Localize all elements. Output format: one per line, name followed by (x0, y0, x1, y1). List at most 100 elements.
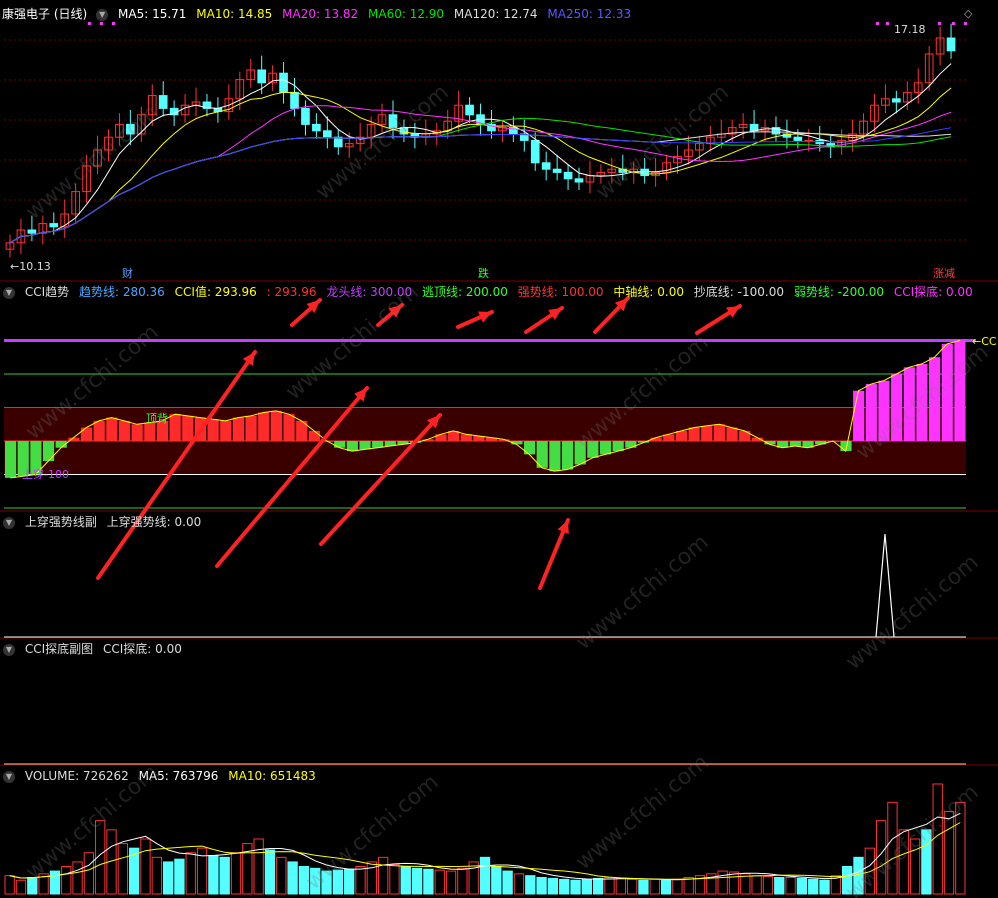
cci-bar (523, 441, 536, 455)
cci-bar (270, 410, 282, 441)
event-marker-cai[interactable]: 财 (122, 268, 133, 280)
cci-bar (625, 441, 637, 448)
volume-bar (955, 801, 966, 895)
volume-bar (604, 877, 615, 895)
volume-bar (887, 801, 898, 895)
candle-body (574, 178, 584, 183)
candle-body (49, 223, 59, 228)
candle-body (126, 123, 135, 135)
cci-bar (245, 415, 257, 441)
volume-bar (513, 873, 525, 895)
cci-bar (42, 441, 55, 462)
cci-bar (701, 425, 713, 441)
sub2-header: ▼ CCI探底副图 CCI探底: 0.00 (0, 641, 188, 657)
volume-bar (570, 879, 581, 895)
volume-bar (423, 868, 434, 895)
cci-header: ▼ CCI趋势 趋势线: 280.36 CCI值: 293.96 : 293.9… (0, 284, 979, 300)
ma-line (9, 117, 952, 244)
collapse-icon[interactable]: ▼ (3, 770, 15, 783)
volume-bar (4, 875, 15, 895)
volume-bar (717, 870, 728, 895)
cci-item-5: 逃顶线: 200.00 (422, 285, 508, 299)
cci-item-10: CCI探底: 0.00 (893, 285, 973, 299)
cci-bar (688, 427, 700, 441)
candle-body (323, 130, 332, 138)
candle-body (279, 72, 288, 93)
cci-bar (80, 427, 93, 441)
cci-bar (118, 420, 131, 441)
cci-item-2: CCI值: 293.96 (174, 285, 257, 299)
candle-body (552, 168, 562, 173)
volume-bar (479, 856, 491, 895)
volume-bar (921, 829, 932, 895)
volume-bar (219, 856, 230, 895)
cci-bar (182, 415, 194, 441)
volume-bar (377, 856, 389, 895)
volume-bar (649, 878, 660, 895)
event-marker-die[interactable]: 跌 (478, 268, 489, 280)
volume-bar (185, 852, 196, 895)
collapse-icon[interactable]: ▼ (3, 643, 15, 656)
signal-dot (112, 22, 115, 25)
candle-body (640, 168, 649, 177)
volume-bar (332, 869, 344, 895)
event-marker-zhangjian[interactable]: 涨减 (933, 268, 955, 280)
low-price-label: ←10.13 (10, 260, 51, 273)
cci-annot-bottom: 上穿-100 (22, 468, 69, 481)
volume-item-2: MA10: 651483 (228, 769, 316, 783)
volume-bar (943, 811, 955, 895)
collapse-icon[interactable]: ▼ (96, 8, 109, 21)
volume-bar (208, 855, 219, 895)
sub1-title[interactable]: 上穿强势线副 (25, 515, 97, 529)
cci-item-0[interactable]: CCI趋势 (25, 285, 69, 299)
signal-dot (876, 22, 879, 25)
cci-bar (144, 422, 156, 441)
volume-bar (287, 861, 298, 895)
cci-item-6: 强势线: 100.00 (517, 285, 604, 299)
ma5-label: MA5: 15.71 (118, 7, 187, 21)
cci-bar (941, 343, 953, 441)
cci-bar (258, 412, 270, 441)
volume-bar (751, 875, 762, 895)
stock-title[interactable]: 康强电子 (日线) (2, 7, 87, 21)
volume-bar (344, 868, 355, 895)
volume-bar (321, 870, 332, 895)
ma20-label: MA20: 13.82 (282, 7, 359, 21)
cci-bar (574, 441, 586, 465)
ma10-label: MA10: 14.85 (196, 7, 273, 21)
cci-bar (789, 441, 801, 447)
sub2-title[interactable]: CCI探底副图 (25, 642, 93, 656)
cci-bar (131, 424, 143, 441)
cci-bar (675, 430, 688, 441)
volume-bar (400, 866, 411, 895)
volume-bar (660, 879, 672, 895)
cci-annot-top: 顶背 (146, 412, 168, 425)
collapse-icon[interactable]: ▼ (3, 286, 15, 299)
volume-bar (355, 866, 366, 895)
sub1-value: 上穿强势线: 0.00 (106, 515, 202, 529)
cci-bar (599, 441, 612, 455)
volume-bar (762, 876, 774, 895)
volume-bar (853, 856, 864, 895)
diamond-icon[interactable]: ◇ (964, 8, 972, 20)
volume-item-0[interactable]: VOLUME: 726262 (25, 769, 129, 783)
cci-bar (878, 380, 890, 441)
candle-body (290, 91, 299, 109)
volume-bar (72, 861, 83, 895)
cci-item-3: : 293.96 (266, 285, 317, 299)
signal-dot (88, 22, 91, 25)
ma120-label: MA120: 12.74 (453, 7, 538, 21)
chart-stage: 康强电子 (日线) ▼ MA5: 15.71 MA10: 14.85 MA20: … (0, 0, 998, 898)
volume-bar (468, 861, 479, 895)
volume-bar (491, 866, 502, 895)
cci-right-tag: ←CC (972, 335, 997, 348)
volume-bar (174, 858, 185, 895)
candle-body (793, 136, 803, 141)
cci-bar (713, 424, 725, 441)
collapse-icon[interactable]: ▼ (3, 516, 15, 529)
cci-bar (5, 441, 17, 478)
volume-bar (83, 852, 95, 895)
cci-bar (346, 441, 358, 452)
volume-bar (61, 866, 72, 895)
candle-body (333, 136, 343, 148)
